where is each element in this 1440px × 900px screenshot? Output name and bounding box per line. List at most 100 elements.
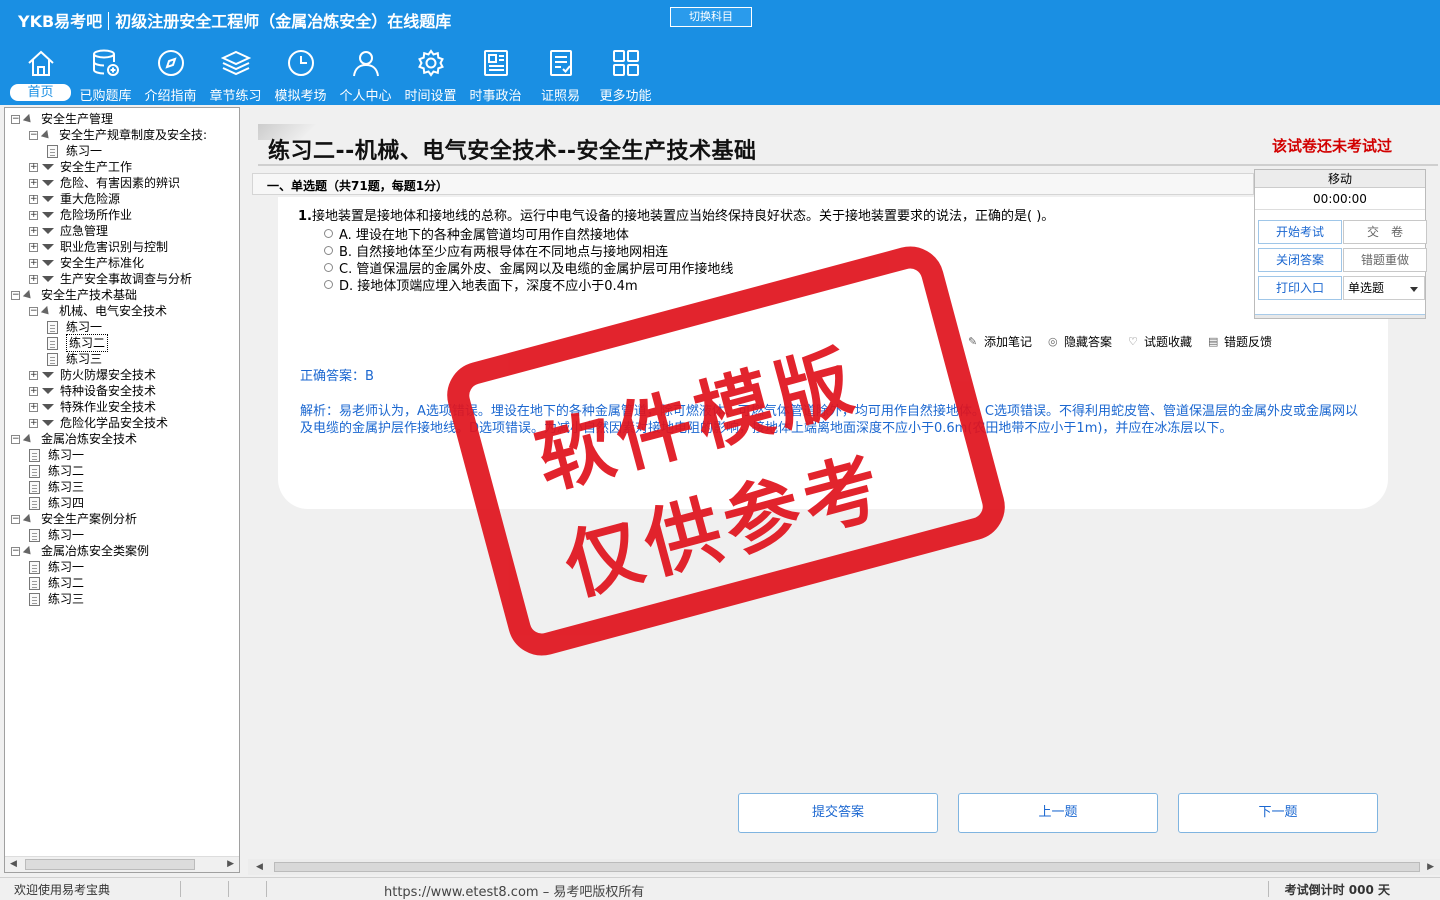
- expand-toggle-icon[interactable]: −: [11, 290, 20, 300]
- expand-toggle-icon[interactable]: +: [29, 418, 38, 428]
- next-question-button[interactable]: 下一题: [1178, 793, 1378, 833]
- expand-toggle-icon[interactable]: −: [11, 434, 20, 444]
- tree-node[interactable]: + 危险场所作业: [29, 207, 132, 223]
- panel-move-handle[interactable]: 移动: [1255, 170, 1425, 188]
- nav-chapter[interactable]: 章节练习: [203, 46, 268, 104]
- app-header: YKB易考吧 初级注册安全工程师（金属冶炼安全）在线题库 切换科目 首页 已购题库…: [0, 0, 1440, 105]
- radio-button[interactable]: [324, 263, 333, 272]
- report-error-button[interactable]: ▤ 错题反馈: [1208, 333, 1272, 350]
- expand-toggle-icon[interactable]: +: [29, 274, 38, 284]
- tree-item-label: 机械、电气安全技术: [59, 304, 168, 318]
- switch-subject-button[interactable]: 切换科目: [670, 7, 752, 27]
- nav-label: 首页: [10, 84, 71, 101]
- panel-scrollbar[interactable]: [1255, 314, 1425, 318]
- expand-toggle-icon[interactable]: +: [29, 370, 38, 380]
- nav-current-affairs[interactable]: 时事政治: [463, 46, 528, 104]
- tree-node[interactable]: + 安全生产工作: [29, 159, 132, 175]
- heart-icon: ♡: [1128, 335, 1138, 348]
- expand-toggle-icon[interactable]: +: [29, 402, 38, 412]
- tree-leaf-item[interactable]: 练习二: [29, 575, 84, 591]
- tree-node[interactable]: − 安全生产规章制度及安全技:: [29, 127, 207, 143]
- tree-leaf-item[interactable]: 练习二: [47, 334, 109, 352]
- document-icon: [47, 144, 58, 158]
- expand-toggle-icon[interactable]: +: [29, 162, 38, 172]
- scroll-left-icon[interactable]: ◀: [10, 859, 17, 869]
- close-answer-button[interactable]: 关闭答案: [1258, 248, 1342, 272]
- favorite-button[interactable]: ♡ 试题收藏: [1128, 333, 1192, 350]
- page-title: 练习二--机械、电气安全技术--安全生产技术基础: [268, 139, 757, 164]
- tree-leaf-item[interactable]: 练习三: [29, 479, 84, 495]
- tree-node[interactable]: − 机械、电气安全技术: [29, 303, 167, 319]
- tree-leaf-item[interactable]: 练习二: [29, 463, 84, 479]
- expand-toggle-icon[interactable]: +: [29, 210, 38, 220]
- nav-more[interactable]: 更多功能: [593, 46, 658, 104]
- nav-mock-exam[interactable]: 模拟考场: [268, 46, 333, 104]
- tree-leaf-item[interactable]: 练习一: [47, 143, 102, 159]
- tree-item-label: 安全生产案例分析: [41, 512, 138, 526]
- tree-leaf-item[interactable]: 练习四: [29, 495, 84, 511]
- previous-question-button[interactable]: 上一题: [958, 793, 1158, 833]
- tree-node[interactable]: + 安全生产标准化: [29, 255, 144, 271]
- expand-toggle-icon[interactable]: +: [29, 386, 38, 396]
- tree-node[interactable]: + 危险化学品安全技术: [29, 415, 168, 431]
- expand-toggle-icon[interactable]: −: [29, 306, 38, 316]
- hand-in-button[interactable]: 交 卷: [1343, 220, 1427, 244]
- hide-answer-button[interactable]: ◎ 隐藏答案: [1048, 333, 1112, 350]
- expand-toggle-icon[interactable]: −: [11, 114, 20, 124]
- tree-node[interactable]: − 安全生产案例分析: [11, 511, 137, 527]
- tree-node[interactable]: + 特殊作业安全技术: [29, 399, 156, 415]
- tree-horizontal-scrollbar[interactable]: ◀ ▶: [5, 856, 239, 872]
- print-button[interactable]: 打印入口: [1258, 276, 1342, 300]
- tree-node[interactable]: − 安全生产管理: [11, 111, 113, 127]
- expand-toggle-icon[interactable]: +: [29, 226, 38, 236]
- tree-node[interactable]: + 重大危险源: [29, 191, 120, 207]
- feedback-icon: ▤: [1208, 335, 1219, 348]
- tree-node[interactable]: − 金属冶炼安全技术: [11, 431, 137, 447]
- radio-button[interactable]: [324, 246, 333, 255]
- expand-toggle-icon[interactable]: −: [11, 546, 20, 556]
- expand-toggle-icon[interactable]: +: [29, 258, 38, 268]
- tree-node[interactable]: + 应急管理: [29, 223, 108, 239]
- tree-node[interactable]: + 危险、有害因素的辨识: [29, 175, 180, 191]
- tree-leaf-item[interactable]: 练习一: [29, 559, 84, 575]
- home-icon: [27, 50, 54, 76]
- add-note-button[interactable]: ✎ 添加笔记: [968, 333, 1032, 350]
- scroll-right-icon[interactable]: ▶: [227, 859, 234, 869]
- nav-time-settings[interactable]: 时间设置: [398, 46, 463, 104]
- expand-toggle-icon[interactable]: −: [11, 514, 20, 524]
- tree-node[interactable]: + 防火防爆安全技术: [29, 367, 156, 383]
- tree-leaf-item[interactable]: 练习一: [29, 447, 84, 463]
- tree-item-label: 特殊作业安全技术: [60, 400, 157, 414]
- option-d[interactable]: D. 接地体顶端应埋入地表面下，深度不应小于0.4m: [324, 275, 638, 294]
- submit-answer-button[interactable]: 提交答案: [738, 793, 938, 833]
- tree-node[interactable]: − 金属冶炼安全类案例: [11, 543, 149, 559]
- radio-button[interactable]: [324, 229, 333, 238]
- nav-guide[interactable]: 介绍指南: [138, 46, 203, 104]
- scroll-right-icon[interactable]: ▶: [1427, 862, 1434, 872]
- nav-personal[interactable]: 个人中心: [333, 46, 398, 104]
- tree-node[interactable]: − 安全生产技术基础: [11, 287, 137, 303]
- start-exam-button[interactable]: 开始考试: [1258, 220, 1342, 244]
- nav-home[interactable]: 首页: [8, 46, 73, 104]
- scroll-thumb[interactable]: [25, 859, 195, 870]
- scroll-thumb[interactable]: [274, 862, 1420, 872]
- tree-node[interactable]: + 职业危害识别与控制: [29, 239, 168, 255]
- tree-node[interactable]: + 特种设备安全技术: [29, 383, 156, 399]
- expand-toggle-icon[interactable]: +: [29, 194, 38, 204]
- scroll-left-icon[interactable]: ◀: [256, 862, 263, 872]
- nav-purchased[interactable]: 已购题库: [73, 46, 138, 104]
- radio-button[interactable]: [324, 280, 333, 289]
- nav-certificate[interactable]: 证照易: [528, 46, 593, 104]
- question-type-select[interactable]: 单选题: [1343, 276, 1425, 300]
- tree-node[interactable]: + 生产安全事故调查与分析: [29, 271, 192, 287]
- redo-wrong-button[interactable]: 错题重做: [1343, 248, 1427, 272]
- tree-leaf-item[interactable]: 练习一: [29, 527, 84, 543]
- expand-toggle-icon[interactable]: +: [29, 242, 38, 252]
- expand-toggle-icon[interactable]: +: [29, 178, 38, 188]
- tree-leaf-item[interactable]: 练习一: [47, 319, 102, 335]
- tree-leaf-item[interactable]: 练习三: [47, 351, 102, 367]
- expand-toggle-icon[interactable]: −: [29, 130, 38, 140]
- folder-arrow-icon: [22, 433, 35, 445]
- tree-leaf-item[interactable]: 练习三: [29, 591, 84, 607]
- main-horizontal-scrollbar[interactable]: ◀ ▶: [248, 859, 1440, 875]
